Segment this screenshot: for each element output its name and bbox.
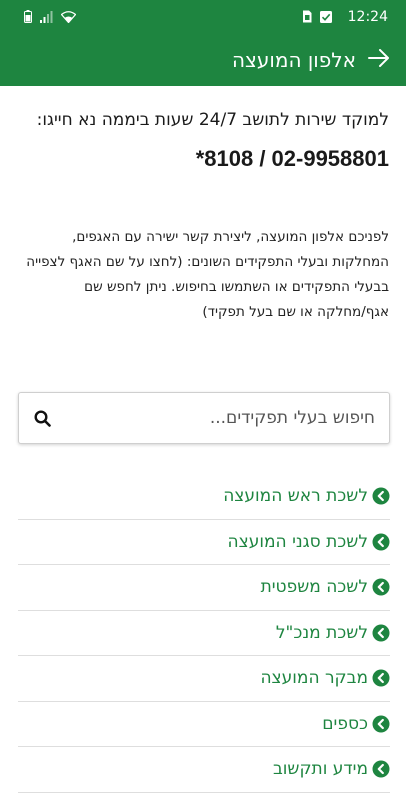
- list-item[interactable]: לשכת סגני המועצה: [18, 520, 390, 565]
- search-input[interactable]: [53, 408, 375, 428]
- list-item[interactable]: לשכת ראש המועצה: [18, 474, 390, 520]
- chevron-circle-left-icon: [372, 715, 390, 733]
- status-left-icons: [24, 10, 76, 23]
- list-item-label: לשכת מנכ"ל: [275, 622, 368, 643]
- department-list: לשכת ראש המועצה לשכת סגני המועצה לשכה מש…: [18, 474, 390, 793]
- main-content: למוקד שירות לתושב 24/7 שעות ביממה נא חיי…: [0, 86, 406, 325]
- list-item-label: לשכת ראש המועצה: [223, 486, 368, 507]
- back-button[interactable]: [366, 47, 392, 73]
- search-box: [18, 392, 390, 444]
- list-item[interactable]: מידע ותקשוב: [18, 747, 390, 793]
- status-bar: 12:24: [0, 0, 406, 33]
- chevron-circle-left-icon: [372, 578, 390, 596]
- list-item[interactable]: לשכת מנכ"ל: [18, 611, 390, 656]
- chevron-circle-left-icon: [372, 760, 390, 778]
- chevron-circle-left-icon: [372, 487, 390, 505]
- search-icon[interactable]: [31, 407, 53, 429]
- intro-text: לפניכם אלפון המועצה, ליצירת קשר ישירה עם…: [26, 229, 389, 320]
- list-item[interactable]: מבקר המועצה: [18, 656, 390, 702]
- list-item[interactable]: כספים: [18, 702, 390, 747]
- chevron-circle-left-icon: [372, 533, 390, 551]
- signal-icon: [40, 10, 53, 23]
- sim-icon: [302, 10, 312, 23]
- list-item-label: מבקר המועצה: [260, 668, 368, 689]
- page-title: אלפון המועצה: [231, 47, 356, 72]
- chevron-circle-left-icon: [372, 624, 390, 642]
- list-item-label: מידע ותקשוב: [272, 759, 368, 780]
- arrow-back-icon: [368, 48, 390, 71]
- hotline-number[interactable]: *8108 / 02-9958801: [17, 146, 389, 172]
- list-item[interactable]: לשכה משפטית: [18, 565, 390, 611]
- list-item-label: כספים: [322, 713, 368, 734]
- status-right-icons: 12:24: [302, 9, 388, 25]
- chevron-circle-left-icon: [372, 669, 390, 687]
- battery-icon: [24, 10, 32, 23]
- wifi-icon: [61, 10, 76, 23]
- list-item-label: לשכה משפטית: [260, 577, 368, 598]
- app-bar: אלפון המועצה: [0, 33, 406, 86]
- hotline-text: למוקד שירות לתושב 24/7 שעות ביממה נא חיי…: [36, 110, 389, 130]
- check-icon: [319, 10, 332, 23]
- status-time: 12:24: [347, 8, 388, 25]
- list-item-label: לשכת סגני המועצה: [227, 531, 368, 552]
